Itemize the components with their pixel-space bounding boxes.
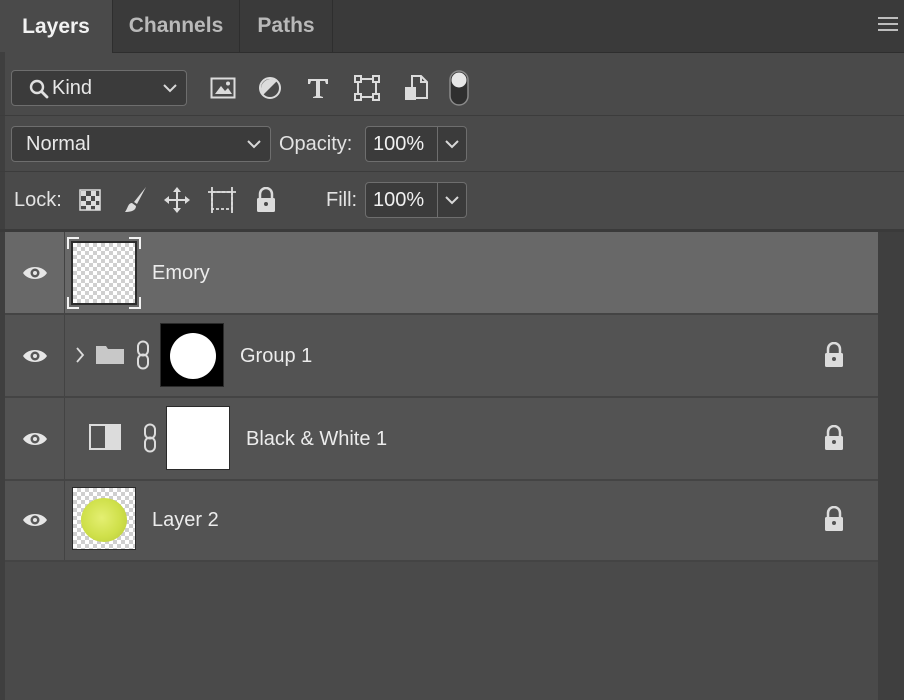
divider <box>0 115 904 116</box>
chevron-down-icon <box>445 196 459 205</box>
chevron-down-icon <box>445 140 459 149</box>
black-white-adjustment-icon <box>89 424 121 450</box>
image-filter-icon[interactable] <box>210 76 236 100</box>
opacity-input[interactable]: 100% <box>365 126 438 162</box>
mask-circle <box>170 333 216 379</box>
lock-image-pixels-icon[interactable] <box>122 186 148 214</box>
lock-position-icon[interactable] <box>163 186 191 214</box>
layer-name[interactable]: Black & White 1 <box>246 428 387 451</box>
adjustment-filter-icon[interactable] <box>258 76 282 100</box>
folder-icon <box>96 346 124 364</box>
chevron-down-icon <box>163 84 177 93</box>
layer-thumbnail[interactable] <box>72 487 136 550</box>
visibility-toggle[interactable] <box>5 232 65 313</box>
lock-all-icon[interactable] <box>255 187 277 213</box>
panel-menu-icon[interactable] <box>876 14 900 34</box>
mask-link-icon[interactable] <box>142 423 158 453</box>
opacity-slider-button[interactable] <box>438 126 467 162</box>
layer-name[interactable]: Layer 2 <box>152 509 219 532</box>
smart-object-filter-icon[interactable] <box>404 75 428 101</box>
layers-scrollbar[interactable] <box>878 232 904 700</box>
layer-row-black-white-1[interactable]: Black & White 1 <box>5 398 878 479</box>
visibility-toggle[interactable] <box>5 398 65 479</box>
mask-link-icon[interactable] <box>135 340 151 370</box>
layer-mask-thumbnail[interactable] <box>160 323 224 387</box>
tab-channels[interactable]: Channels <box>113 0 240 52</box>
selection-corners-icon <box>67 237 141 309</box>
chevron-down-icon <box>247 140 261 149</box>
layer-name[interactable]: Group 1 <box>240 345 312 368</box>
fill-slider-button[interactable] <box>438 182 467 218</box>
layer-row-group-1[interactable]: Group 1 <box>5 315 878 396</box>
empty-layers-area[interactable] <box>5 562 878 700</box>
lock-artboard-icon[interactable] <box>207 186 237 214</box>
filter-kind-label: Kind <box>52 76 93 99</box>
eye-icon <box>23 350 47 362</box>
layer-mask-thumbnail[interactable] <box>166 406 230 470</box>
visibility-toggle[interactable] <box>5 481 65 562</box>
blend-mode-value: Normal <box>26 132 91 155</box>
lock-transparent-pixels-icon[interactable] <box>79 189 101 211</box>
visibility-toggle[interactable] <box>5 315 65 396</box>
layer-row-emory[interactable]: Emory <box>5 232 878 313</box>
lock-icon <box>825 342 843 367</box>
lock-icon <box>825 506 843 531</box>
fill-input[interactable]: 100% <box>365 182 438 218</box>
eye-icon <box>23 267 47 279</box>
tab-paths[interactable]: Paths <box>240 0 333 52</box>
tab-layers[interactable]: Layers <box>0 0 113 53</box>
lock-label: Lock: <box>14 189 62 211</box>
shape-filter-icon[interactable] <box>354 75 380 101</box>
eye-icon <box>23 514 47 526</box>
blend-mode-dropdown[interactable]: Normal <box>11 126 271 162</box>
search-icon <box>29 79 49 99</box>
opacity-label: Opacity: <box>279 133 353 155</box>
chevron-right-icon[interactable] <box>75 346 85 364</box>
layer-row-layer-2[interactable]: Layer 2 <box>5 481 878 562</box>
panel-tab-bar: Layers Channels Paths <box>0 0 904 53</box>
eye-icon <box>23 433 47 445</box>
tennis-ball-image <box>81 498 127 542</box>
type-filter-icon[interactable] <box>306 76 330 100</box>
filter-kind-dropdown[interactable]: Kind <box>11 70 187 106</box>
lock-icon <box>825 425 843 450</box>
fill-label: Fill: <box>326 189 358 211</box>
layer-name[interactable]: Emory <box>152 262 210 285</box>
divider <box>0 171 904 172</box>
filter-toggle-icon[interactable] <box>448 69 470 107</box>
